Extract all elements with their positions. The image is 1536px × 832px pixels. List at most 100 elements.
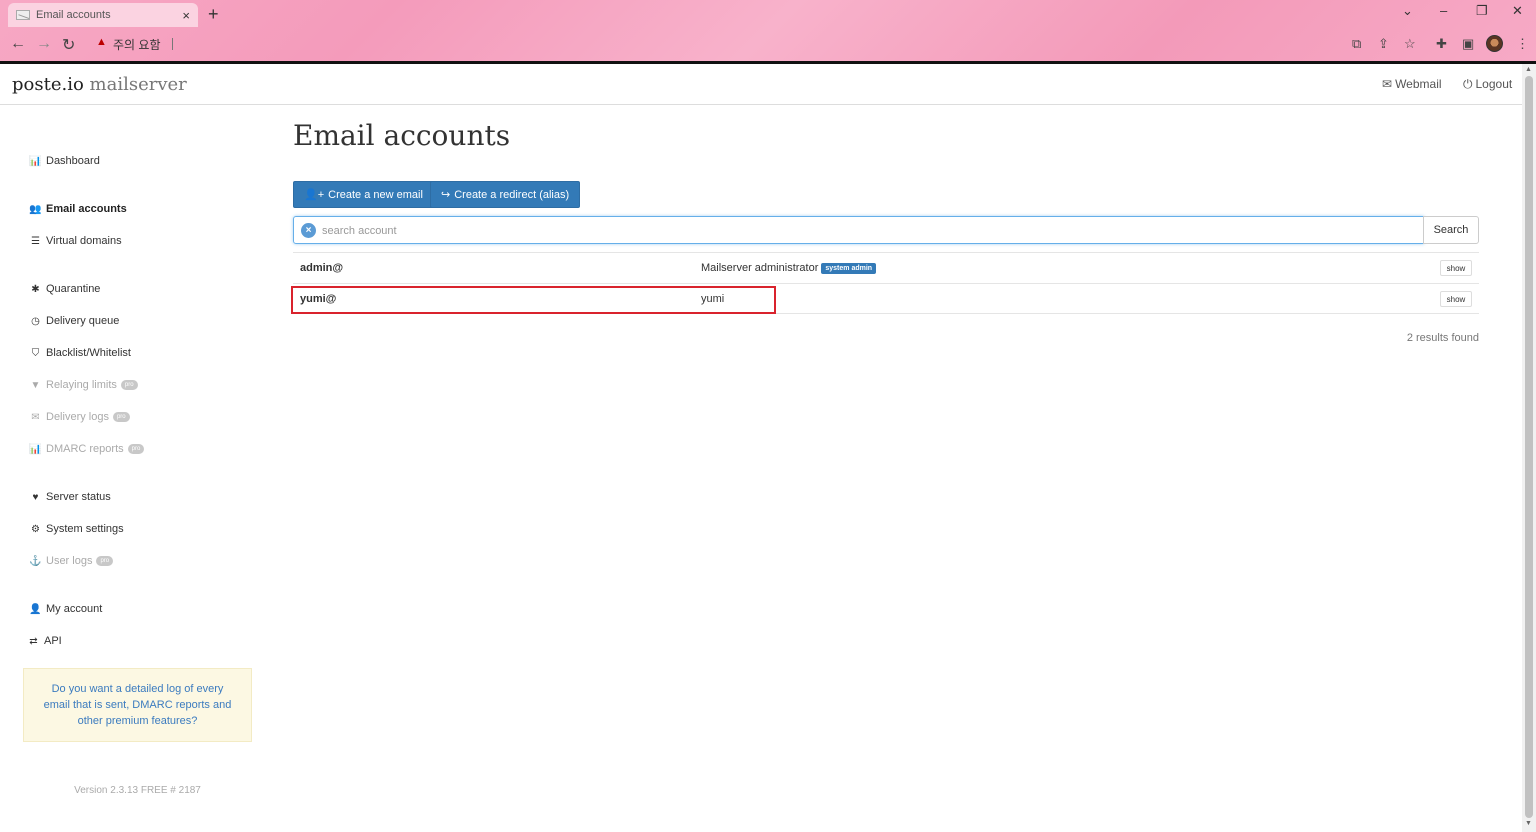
star-icon[interactable]: ☆ bbox=[1404, 36, 1416, 52]
create-redirect-button[interactable]: ↪ Create a redirect (alias) bbox=[430, 181, 581, 208]
cogs-icon: ⚙ bbox=[31, 523, 40, 535]
sidebar-item-blacklist-whitelist[interactable]: ⛉ Blacklist/Whitelist bbox=[29, 347, 131, 359]
account-email[interactable]: yumi@ bbox=[300, 293, 336, 305]
heartbeat-icon: ♥ bbox=[32, 491, 39, 503]
browser-chrome: Email accounts × + ⌄ – ❐ ✕ ← → ↻ ▲ 주의 요함… bbox=[0, 0, 1536, 64]
search-button[interactable]: Search bbox=[1423, 216, 1479, 244]
sidebar-item-label: Blacklist/Whitelist bbox=[46, 347, 131, 359]
version-text: Version 2.3.13 FREE # 2187 bbox=[74, 785, 201, 796]
bar-chart-icon: 📊 bbox=[29, 443, 42, 455]
address-bar[interactable] bbox=[86, 33, 1526, 57]
security-warning[interactable]: 주의 요함 bbox=[113, 36, 161, 53]
sidebar-item-label: My account bbox=[46, 603, 103, 615]
clear-search-icon[interactable]: × bbox=[301, 223, 316, 238]
users-icon: 👥 bbox=[29, 203, 42, 215]
sidebar-item-label: Relaying limits bbox=[46, 379, 117, 391]
address-row: ← → ↻ bbox=[0, 30, 1536, 60]
profile-avatar[interactable] bbox=[1486, 35, 1503, 52]
promo-text: Do you want a detailed log of every emai… bbox=[43, 683, 232, 727]
pro-badge: pro bbox=[127, 444, 145, 454]
warning-icon[interactable]: ▲ bbox=[96, 36, 107, 48]
sidebar-item-label: DMARC reports bbox=[46, 443, 124, 455]
close-tab-icon[interactable]: × bbox=[182, 8, 190, 23]
back-icon[interactable]: ← bbox=[10, 35, 26, 53]
envelope-icon: ✉ bbox=[1382, 77, 1393, 91]
share-icon[interactable]: ⇪ bbox=[1378, 36, 1389, 52]
sidebar-item-dashboard[interactable]: 📊 Dashboard bbox=[29, 155, 100, 167]
new-tab-button[interactable]: + bbox=[208, 4, 219, 25]
sidebar-item-label: Quarantine bbox=[46, 283, 101, 295]
power-icon: ⏻ bbox=[1463, 77, 1473, 91]
table-row: admin@ Mailserver administrator system ad… bbox=[293, 252, 1479, 283]
sidebar-item-quarantine[interactable]: ✱ Quarantine bbox=[29, 283, 100, 295]
share-arrow-icon: ↪ bbox=[441, 189, 451, 201]
system-admin-badge: system admin bbox=[821, 263, 877, 274]
search-input[interactable] bbox=[322, 221, 1412, 240]
restore-icon[interactable]: ❐ bbox=[1476, 3, 1488, 19]
show-button[interactable]: show bbox=[1440, 291, 1472, 307]
page-scrollbar[interactable]: ▲ ▼ bbox=[1522, 64, 1536, 832]
create-redirect-label: Create a redirect (alias) bbox=[454, 188, 570, 201]
bar-chart-icon: 📊 bbox=[29, 155, 42, 167]
translate-icon[interactable]: ⧉ bbox=[1352, 36, 1361, 52]
tab-search-icon[interactable]: ⌄ bbox=[1402, 3, 1413, 19]
top-navbar: poste.io mailserver ✉ Webmail ⏻ Logout bbox=[0, 64, 1522, 105]
sidebar-item-user-logs[interactable]: ⚓ User logs pro bbox=[29, 555, 114, 567]
sidebar-item-label: Delivery queue bbox=[46, 315, 120, 327]
account-name: yumi bbox=[701, 293, 725, 305]
pro-badge: pro bbox=[96, 556, 114, 566]
create-email-label: Create a new email bbox=[328, 188, 423, 201]
sidebar-item-delivery-queue[interactable]: ◷ Delivery queue bbox=[29, 315, 119, 327]
accounts-list: admin@ Mailserver administrator system ad… bbox=[291, 252, 1479, 314]
minimize-icon[interactable]: – bbox=[1440, 3, 1447, 18]
pro-badge: pro bbox=[112, 412, 130, 422]
account-name: Mailserver administrator system admin bbox=[701, 262, 877, 274]
premium-promo[interactable]: Do you want a detailed log of every emai… bbox=[23, 668, 252, 742]
envelope-favicon-icon bbox=[16, 10, 30, 20]
search-box: × bbox=[293, 216, 1424, 244]
create-email-button[interactable]: 👤+ Create a new email bbox=[293, 181, 434, 208]
sidebar-item-api[interactable]: ⇄ API bbox=[27, 635, 62, 647]
webmail-link[interactable]: ✉ Webmail bbox=[1382, 77, 1442, 91]
tab-bar: Email accounts × + ⌄ – ❐ ✕ bbox=[0, 0, 1536, 27]
sidebar-item-label: User logs bbox=[46, 555, 93, 567]
address-separator bbox=[172, 38, 173, 50]
browser-tab[interactable]: Email accounts × bbox=[8, 3, 198, 27]
sidebar-item-virtual-domains[interactable]: ☰ Virtual domains bbox=[29, 235, 122, 247]
scrollbar-thumb[interactable] bbox=[1525, 76, 1533, 818]
sidebar-item-label: System settings bbox=[46, 523, 124, 535]
sidebar-item-system-settings[interactable]: ⚙ System settings bbox=[29, 523, 124, 535]
brand-main: poste.io bbox=[12, 74, 84, 95]
database-icon: ☰ bbox=[31, 235, 40, 247]
account-email[interactable]: admin@ bbox=[300, 262, 343, 274]
logout-link[interactable]: ⏻ Logout bbox=[1463, 77, 1512, 92]
sidebar-item-label: API bbox=[44, 635, 62, 647]
bug-icon: ✱ bbox=[31, 283, 40, 295]
forward-icon[interactable]: → bbox=[36, 35, 52, 53]
sidebar-item-server-status[interactable]: ♥ Server status bbox=[29, 491, 111, 503]
menu-icon[interactable]: ⋮ bbox=[1516, 36, 1529, 52]
results-count: 2 results found bbox=[1406, 332, 1479, 344]
brand-logo[interactable]: poste.io mailserver bbox=[12, 74, 187, 95]
show-button[interactable]: show bbox=[1440, 260, 1472, 276]
scroll-up-icon[interactable]: ▲ bbox=[1525, 66, 1532, 73]
sidebar-item-dmarc-reports[interactable]: 📊 DMARC reports pro bbox=[29, 443, 145, 455]
logout-label: Logout bbox=[1475, 77, 1513, 91]
shield-icon: ⛉ bbox=[31, 347, 40, 359]
sidebar-item-label: Dashboard bbox=[46, 155, 100, 167]
sidebar-item-email-accounts[interactable]: 👥 Email accounts bbox=[29, 203, 126, 215]
sidebar-item-my-account[interactable]: 👤 My account bbox=[29, 603, 102, 615]
close-window-icon[interactable]: ✕ bbox=[1512, 3, 1523, 19]
search-bar: × Search bbox=[293, 216, 1479, 244]
user-secret-icon: ⚓ bbox=[29, 555, 42, 567]
sidebar-item-label: Virtual domains bbox=[46, 235, 122, 247]
page-title: Email accounts bbox=[293, 119, 511, 152]
envelope-icon: ✉ bbox=[31, 411, 40, 423]
sidepanel-icon[interactable]: ▣ bbox=[1462, 36, 1474, 52]
reload-icon[interactable]: ↻ bbox=[62, 35, 75, 55]
exchange-icon: ⇄ bbox=[29, 635, 38, 647]
scroll-down-icon[interactable]: ▼ bbox=[1525, 820, 1532, 827]
extensions-icon[interactable]: ✚ bbox=[1436, 36, 1447, 52]
sidebar-item-relaying-limits[interactable]: ▼ Relaying limits pro bbox=[29, 379, 138, 391]
sidebar-item-delivery-logs[interactable]: ✉ Delivery logs pro bbox=[29, 411, 130, 423]
